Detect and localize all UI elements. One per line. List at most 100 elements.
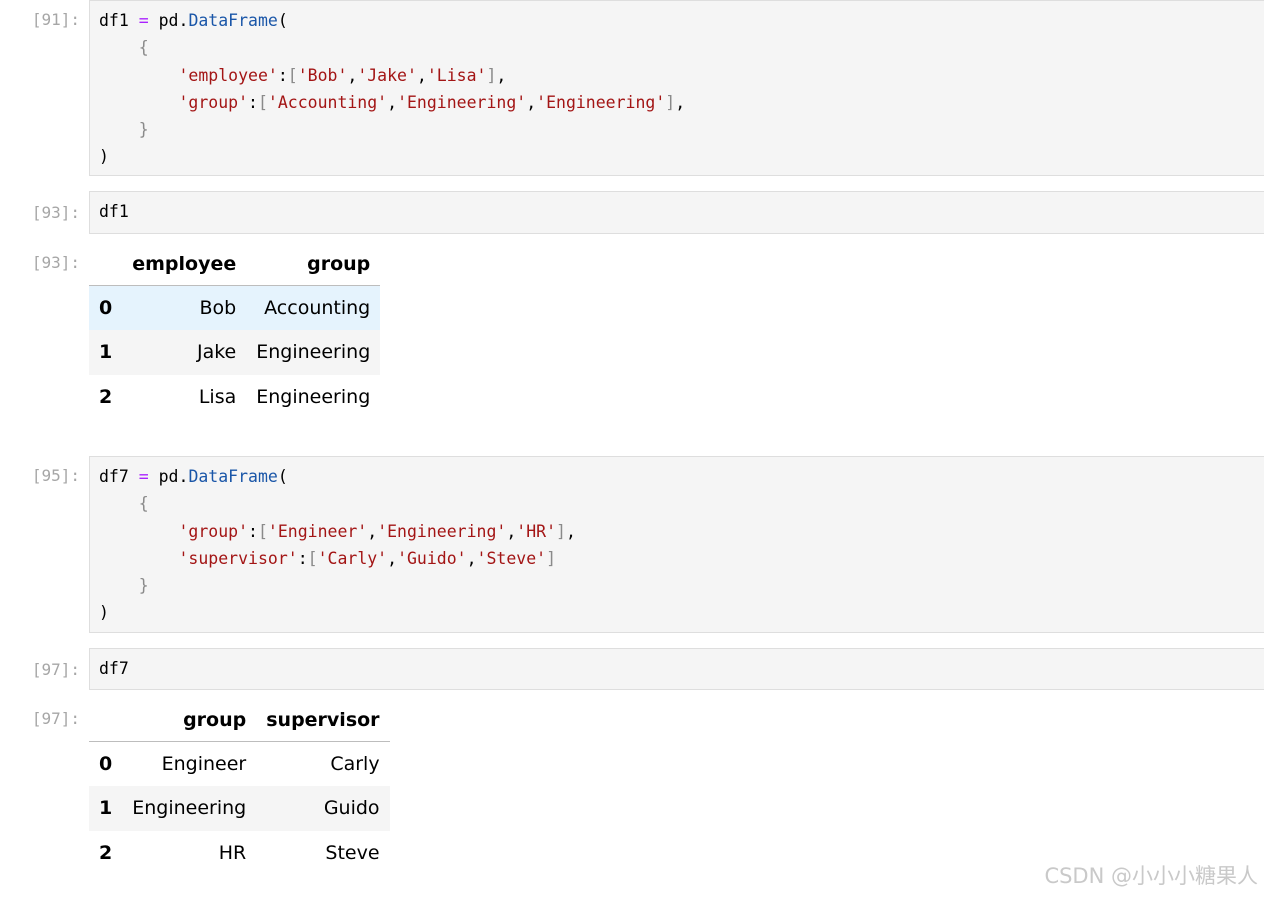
- code-token: :: [248, 521, 258, 541]
- dataframe-output-df1: employee group 0 Bob Accounting 1 Jake Enginee…: [89, 243, 381, 420]
- code-token: 'Engineering': [377, 521, 507, 541]
- code-token: :: [248, 92, 258, 112]
- cell-prompt: [97]:: [31, 660, 80, 679]
- code-token: df7: [99, 659, 129, 678]
- row-index: 2: [99, 385, 113, 408]
- code-token: 'Carly': [317, 548, 388, 568]
- index-header: [89, 699, 122, 742]
- code-token: ]: [665, 92, 676, 112]
- code-editor[interactable]: df7 = pd.DataFrame( { 'group':['Engineer…: [89, 456, 1264, 633]
- table-cell: HR: [218, 841, 247, 864]
- code-text: df7 = pd.DataFrame( { 'group':['Engineer…: [90, 457, 1264, 633]
- code-token: =: [138, 467, 149, 486]
- code-token: DataFrame: [188, 11, 278, 30]
- table-cell: Accounting: [264, 297, 371, 319]
- code-token: =: [138, 11, 149, 30]
- code-token: (: [277, 467, 288, 486]
- code-token: ,: [675, 92, 686, 112]
- code-token: ,: [506, 521, 517, 541]
- code-editor[interactable]: df1 = pd.DataFrame( { 'employee':['Bob',…: [89, 0, 1264, 176]
- output-prompt: [97]:: [31, 709, 80, 728]
- table-row: 0 Bob Accounting: [89, 285, 381, 330]
- code-token: ,: [526, 92, 537, 112]
- code-token: 'group': [178, 92, 249, 112]
- code-token: 'Steve': [476, 548, 547, 568]
- output-prompt: [93]:: [31, 253, 80, 272]
- code-editor[interactable]: df7: [89, 648, 1264, 690]
- code-token: :: [297, 548, 308, 568]
- code-token: ,: [565, 521, 576, 541]
- code-token: [: [257, 521, 268, 541]
- code-editor[interactable]: df1: [89, 191, 1264, 234]
- cell-prompt: [91]:: [31, 10, 80, 29]
- table-cell: Lisa: [198, 385, 237, 408]
- code-token: [: [257, 92, 268, 112]
- code-token: pd.: [148, 467, 189, 486]
- code-token: df1: [99, 202, 129, 221]
- table-cell: Guido: [323, 797, 380, 820]
- row-index: 0: [99, 297, 113, 319]
- table-cell: Carly: [330, 753, 380, 775]
- code-token: ]: [556, 521, 566, 541]
- column-header-group: group: [307, 253, 371, 275]
- table-cell: Engineering: [256, 385, 371, 408]
- code-token: 'HR': [516, 521, 557, 541]
- code-text: df1: [90, 192, 1264, 231]
- code-token: 'Jake': [357, 65, 417, 85]
- code-token: (: [277, 11, 288, 30]
- code-token: ,: [466, 548, 477, 568]
- table-cell: Steve: [325, 841, 380, 864]
- code-token: ,: [416, 65, 427, 85]
- row-index: 1: [99, 341, 113, 364]
- code-token: 'Engineer': [267, 521, 368, 541]
- code-token: 'Engineering': [397, 92, 527, 112]
- column-header-group: group: [183, 709, 247, 731]
- code-token: ): [99, 147, 109, 167]
- row-index: 2: [99, 841, 113, 864]
- code-token: ,: [347, 65, 358, 85]
- code-token: df1: [99, 11, 139, 30]
- code-token: ,: [367, 521, 378, 541]
- code-token: df7: [99, 467, 139, 486]
- table-cell: Engineer: [161, 753, 247, 775]
- code-token: 'Guido': [397, 548, 467, 568]
- table-row: 2 Lisa Engineering: [89, 375, 380, 420]
- code-token: ,: [387, 548, 398, 568]
- code-token: 'Lisa': [426, 65, 487, 85]
- code-text: df7: [90, 649, 1264, 688]
- code-token: ,: [496, 65, 507, 85]
- column-header-employee: employee: [132, 253, 237, 275]
- code-text: df1 = pd.DataFrame( { 'employee':['Bob',…: [90, 1, 1264, 177]
- code-token: DataFrame: [188, 467, 278, 486]
- table-cell: Bob: [199, 297, 237, 319]
- code-token: ]: [546, 548, 557, 568]
- table-row: 2 HR Steve: [89, 831, 390, 876]
- cell-prompt: [93]:: [31, 203, 80, 222]
- dataframe-output-df7: group supervisor 0 Engineer Carly 1 Engineeri…: [89, 699, 390, 875]
- table-header-row: employee group: [89, 243, 381, 286]
- code-token: ]: [486, 65, 497, 85]
- code-token: 'group': [178, 521, 249, 541]
- code-token: [: [287, 65, 298, 85]
- code-token: ): [99, 603, 109, 623]
- cell-prompt: [95]:: [31, 466, 80, 485]
- table-header-row: group supervisor: [89, 699, 390, 742]
- code-token: ,: [387, 92, 398, 112]
- table-cell: Engineering: [132, 797, 247, 820]
- code-token: {: [138, 38, 149, 58]
- code-token: }: [138, 576, 149, 596]
- code-token: :: [277, 65, 288, 85]
- code-token: 'Bob': [297, 65, 348, 85]
- row-index: 1: [99, 797, 113, 820]
- code-token: 'Accounting': [267, 92, 388, 112]
- table-row: 1 Jake Engineering: [89, 330, 381, 375]
- watermark: CSDN @小小小糖果人: [1044, 864, 1258, 888]
